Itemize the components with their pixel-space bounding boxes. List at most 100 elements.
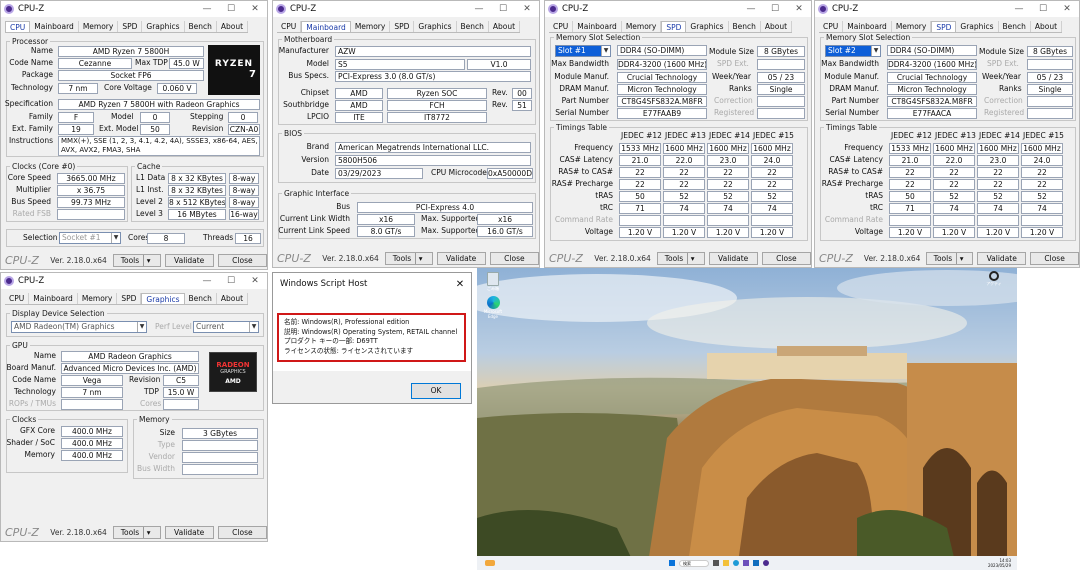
validate-button[interactable]: Validate [977, 251, 1027, 265]
maximize-icon[interactable]: ☐ [763, 1, 787, 17]
minimize-icon[interactable]: — [467, 1, 491, 17]
close-icon[interactable]: ✕ [449, 279, 471, 290]
close-icon[interactable]: ✕ [243, 1, 267, 17]
validate-button[interactable]: Validate [164, 253, 214, 267]
memory-size-label: Size [159, 428, 175, 437]
tab-graphics[interactable]: Graphics [414, 21, 457, 32]
tab-mainboard[interactable]: Mainboard [30, 21, 79, 32]
close-icon[interactable]: ✕ [787, 1, 811, 17]
validate-button[interactable]: Validate [708, 251, 758, 265]
tab-cpu[interactable]: CPU [5, 21, 31, 32]
close-icon[interactable]: ✕ [515, 1, 539, 17]
tab-graphics[interactable]: Graphics [956, 21, 999, 32]
title-bar[interactable]: CPU-Z — ☐ ✕ [273, 1, 539, 17]
tab-spd[interactable]: SPD [118, 21, 143, 32]
close-icon[interactable]: ✕ [243, 273, 267, 289]
edge-taskbar-icon[interactable] [733, 560, 739, 566]
perf-level-select[interactable]: Current ▼ [193, 321, 259, 333]
window-title: CPU-Z [18, 4, 45, 14]
tab-cpu[interactable]: CPU [5, 293, 30, 304]
tab-bench[interactable]: Bench [185, 21, 217, 32]
tab-memory[interactable]: Memory [79, 21, 119, 32]
tab-memory[interactable]: Memory [622, 21, 662, 32]
widget-icon[interactable]: アクティ [983, 271, 1005, 287]
tab-mainboard[interactable]: Mainboard [843, 21, 892, 32]
mail-icon[interactable] [753, 560, 759, 566]
maximize-icon[interactable]: ☐ [491, 1, 515, 17]
edge-icon[interactable]: Microsoft Edge [481, 296, 505, 319]
search-box[interactable]: 検索 [679, 559, 709, 567]
tab-about[interactable]: About [217, 293, 249, 304]
tab-cpu[interactable]: CPU [277, 21, 302, 32]
close-icon[interactable]: ✕ [1055, 1, 1079, 17]
processor-group: Processor Name AMD Ryzen 7 5800H Code Na… [5, 37, 264, 157]
close-button[interactable]: Close [761, 251, 811, 265]
title-bar[interactable]: CPU-Z — ☐ ✕ [1, 273, 267, 289]
maximize-icon[interactable]: ☐ [219, 273, 243, 289]
ranks-value: Single [1027, 84, 1073, 95]
display-device-select[interactable]: AMD Radeon(TM) Graphics ▼ [11, 321, 147, 333]
validate-button[interactable]: Validate [164, 525, 214, 539]
title-bar[interactable]: CPU-Z — ☐ ✕ [815, 1, 1079, 17]
tab-spd[interactable]: SPD [117, 293, 142, 304]
tools-button[interactable]: Tools ▾ [385, 251, 433, 265]
tools-button[interactable]: Tools ▾ [113, 525, 161, 539]
tab-about[interactable]: About [217, 21, 249, 32]
gpu-cores-label: Cores [140, 399, 162, 408]
slot-select[interactable]: Slot #1 ▼ [555, 45, 611, 57]
tab-mainboard[interactable]: Mainboard [301, 21, 351, 32]
tab-mainboard[interactable]: Mainboard [29, 293, 78, 304]
dialog-title-bar[interactable]: Windows Script Host ✕ [273, 273, 471, 295]
tab-cpu[interactable]: CPU [549, 21, 574, 32]
gi-bus-label: Bus [336, 202, 350, 211]
memory-type-value: DDR4 (SO-DIMM) [617, 45, 707, 56]
tab-spd[interactable]: SPD [931, 21, 957, 32]
tab-memory[interactable]: Memory [351, 21, 391, 32]
cpuz-taskbar-icon[interactable] [763, 560, 769, 566]
tab-graphics[interactable]: Graphics [141, 293, 185, 304]
close-button[interactable]: Close [1030, 251, 1079, 265]
tools-button[interactable]: Tools ▾ [657, 251, 705, 265]
tab-bench[interactable]: Bench [457, 21, 489, 32]
recycle-bin-icon[interactable]: ごみ箱 [483, 272, 503, 292]
tab-about[interactable]: About [1031, 21, 1063, 32]
close-button[interactable]: Close [489, 251, 539, 265]
weather-icon[interactable] [485, 560, 495, 566]
link-width-value: x16 [357, 214, 415, 225]
tab-cpu[interactable]: CPU [819, 21, 844, 32]
tab-about[interactable]: About [761, 21, 793, 32]
tab-bench[interactable]: Bench [999, 21, 1031, 32]
tab-spd[interactable]: SPD [390, 21, 415, 32]
title-bar[interactable]: CPU-Z — ☐ ✕ [545, 1, 811, 17]
clock-date[interactable]: 2023/05/29 [988, 563, 1011, 568]
tab-memory[interactable]: Memory [78, 293, 118, 304]
explorer-icon[interactable] [723, 560, 729, 566]
tab-bench[interactable]: Bench [185, 293, 217, 304]
slot-select[interactable]: Slot #2 ▼ [825, 45, 881, 57]
tools-button[interactable]: Tools ▾ [113, 253, 161, 267]
ok-button[interactable]: OK [411, 383, 461, 399]
tab-bench[interactable]: Bench [729, 21, 761, 32]
tab-graphics[interactable]: Graphics [686, 21, 729, 32]
maximize-icon[interactable]: ☐ [219, 1, 243, 17]
close-button[interactable]: Close [217, 253, 267, 267]
tab-spd[interactable]: SPD [661, 21, 687, 32]
tab-about[interactable]: About [489, 21, 521, 32]
minimize-icon[interactable]: — [1007, 1, 1031, 17]
tab-mainboard[interactable]: Mainboard [573, 21, 622, 32]
tools-button[interactable]: Tools ▾ [926, 251, 974, 265]
minimize-icon[interactable]: — [195, 1, 219, 17]
tab-memory[interactable]: Memory [892, 21, 932, 32]
start-icon[interactable] [669, 560, 675, 566]
taskview-icon[interactable] [713, 560, 719, 566]
maximize-icon[interactable]: ☐ [1031, 1, 1055, 17]
socket-select[interactable]: Socket #1 ▼ [59, 232, 121, 244]
minimize-icon[interactable]: — [739, 1, 763, 17]
title-bar[interactable]: CPU-Z — ☐ ✕ [1, 1, 267, 17]
close-button[interactable]: Close [217, 525, 267, 539]
tab-graphics[interactable]: Graphics [142, 21, 185, 32]
validate-button[interactable]: Validate [436, 251, 486, 265]
minimize-icon[interactable]: — [195, 273, 219, 289]
corevoltage-label: Core Voltage [104, 83, 152, 92]
store-icon[interactable] [743, 560, 749, 566]
